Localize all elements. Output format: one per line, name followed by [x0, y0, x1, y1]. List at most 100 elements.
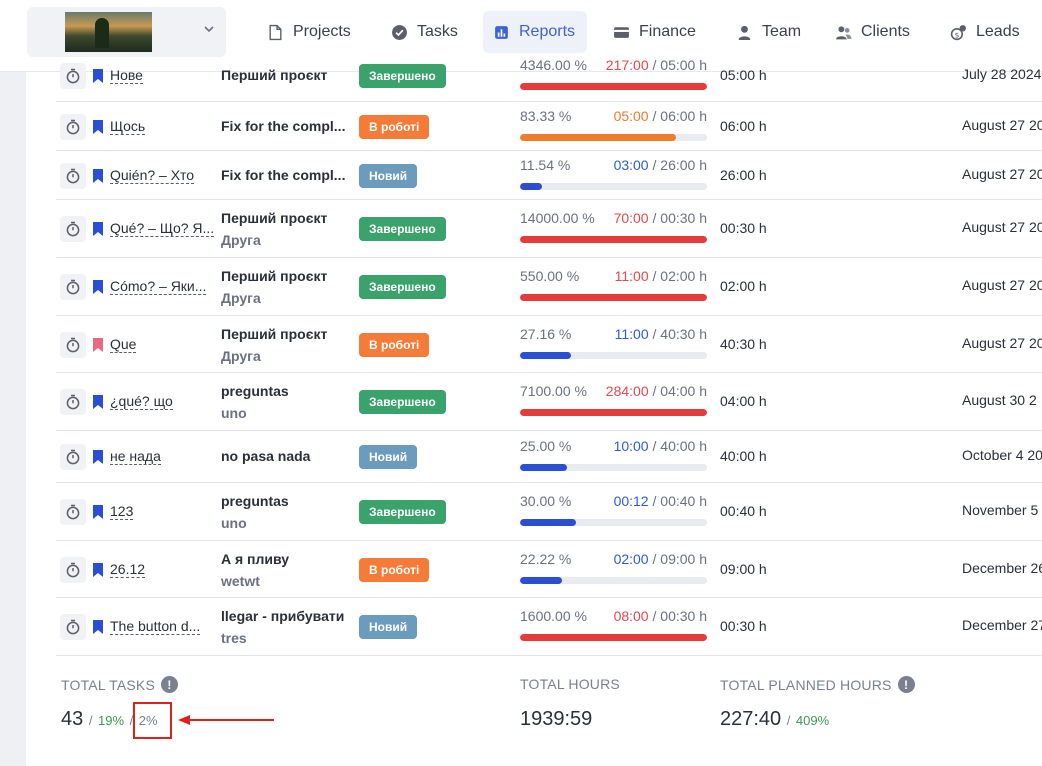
time-spent: 10:00 / 40:00 h: [586, 438, 707, 454]
project-name[interactable]: Fix for the compl...: [221, 118, 345, 134]
planned-hours: 02:00 h: [720, 278, 767, 294]
timer-button[interactable]: [60, 556, 86, 583]
stopwatch-icon: [66, 337, 80, 352]
bookmark-icon[interactable]: [92, 68, 104, 83]
planned-hours: 40:00 h: [720, 448, 767, 464]
bookmark-icon[interactable]: [92, 119, 104, 134]
progress-percent: 1600.00 %: [520, 608, 587, 624]
status-badge: Новий: [359, 163, 418, 188]
client-name[interactable]: tres: [221, 630, 247, 646]
bookmark-icon[interactable]: [92, 562, 104, 577]
timer-button[interactable]: [60, 62, 86, 89]
progress-bar: [520, 464, 707, 471]
task-date: August 27 20: [962, 334, 1042, 351]
task-name-link[interactable]: Нове: [110, 67, 143, 84]
time-planned-value: / 00:30 h: [652, 210, 708, 226]
nav-projects[interactable]: Projects: [257, 11, 361, 53]
timer-button[interactable]: [60, 162, 86, 189]
client-name[interactable]: uno: [221, 405, 247, 421]
client-name[interactable]: wetwt: [221, 573, 260, 589]
timer-button[interactable]: [60, 216, 86, 242]
progress-percent: 4346.00 %: [520, 56, 587, 73]
project-name[interactable]: Перший проєкт: [221, 268, 327, 284]
bookmark-icon[interactable]: [92, 222, 104, 236]
project-name[interactable]: preguntas: [221, 383, 289, 399]
planned-hours: 40:30 h: [720, 335, 767, 352]
project-name[interactable]: Перший проєкт: [221, 326, 327, 342]
client-name[interactable]: Друга: [221, 348, 261, 364]
project-name[interactable]: Перший проєкт: [221, 210, 327, 226]
time-planned-value: / 40:30 h: [652, 325, 708, 342]
project-name[interactable]: Перший проєкт: [221, 67, 327, 83]
task-name-link[interactable]: ¿qué? що: [110, 393, 173, 410]
total-hours-label: TOTAL HOURS: [520, 676, 620, 692]
total-hours-label-text: TOTAL HOURS: [520, 676, 620, 692]
time-spent: 03:00 / 26:00 h: [586, 157, 707, 173]
status-badge: В роботі: [359, 557, 430, 582]
task-name-link[interactable]: The button d...: [110, 618, 201, 635]
nav-reports[interactable]: Reports: [483, 11, 587, 53]
info-icon[interactable]: !: [161, 676, 179, 693]
task-name-link[interactable]: Que: [110, 336, 137, 353]
task-name-link[interactable]: Cómo? – Яки...: [110, 278, 207, 295]
nav-team[interactable]: Team: [726, 11, 811, 53]
stopwatch-icon: [66, 168, 80, 183]
time-planned-value: / 05:00 h: [652, 56, 708, 73]
timer-button[interactable]: [60, 389, 86, 415]
total-planned-hours-percent: 409%: [795, 713, 830, 728]
status-badge: Новий: [359, 615, 418, 639]
time-planned-value: / 02:00 h: [652, 268, 708, 284]
client-name[interactable]: Друга: [221, 232, 261, 248]
progress-bar-fill: [520, 133, 676, 141]
client-name[interactable]: uno: [221, 515, 247, 531]
timer-button[interactable]: [60, 331, 86, 358]
stopwatch-icon: [66, 619, 80, 635]
nav-leads[interactable]: $ Leads: [940, 11, 1030, 53]
timer-button[interactable]: [60, 614, 86, 640]
project-name[interactable]: А я пливу: [221, 551, 289, 567]
bookmark-icon[interactable]: [92, 450, 104, 464]
bookmark-icon[interactable]: [92, 280, 104, 294]
progress-bar: [520, 236, 707, 243]
progress-bar: [520, 182, 707, 190]
progress-bar: [520, 133, 707, 141]
timer-button[interactable]: [60, 274, 86, 300]
bookmark-icon[interactable]: [92, 505, 104, 519]
stopwatch-icon: [66, 221, 80, 237]
timer-button[interactable]: [60, 499, 86, 525]
bookmark-icon[interactable]: [92, 168, 104, 183]
stopwatch-icon: [66, 119, 80, 134]
client-name[interactable]: Друга: [221, 290, 261, 306]
timer-button[interactable]: [60, 444, 86, 470]
progress-bar: [520, 634, 707, 641]
time-planned-value: / 04:00 h: [652, 383, 708, 399]
nav-clients[interactable]: Clients: [825, 11, 920, 53]
project-name[interactable]: llegar - прибувати: [221, 608, 344, 624]
info-icon[interactable]: !: [897, 676, 915, 693]
progress-percent: 11.54 %: [520, 156, 571, 173]
project-name[interactable]: no pasa nada: [221, 448, 310, 464]
bookmark-icon[interactable]: [92, 337, 104, 352]
time-spent-value: 70:00: [613, 210, 649, 226]
progress-percent: 83.33 %: [520, 107, 572, 124]
time-spent-value: 02:00: [613, 550, 649, 567]
bookmark-icon[interactable]: [92, 395, 104, 409]
nav-reports-label: Reports: [519, 23, 576, 40]
task-name-link[interactable]: не нада: [110, 448, 161, 465]
project-name[interactable]: Fix for the compl...: [221, 167, 345, 183]
progress-percent: 25.00 %: [520, 438, 572, 454]
task-name-link[interactable]: Qué? – Що? Я...: [110, 220, 215, 237]
bookmark-icon[interactable]: [92, 620, 104, 634]
task-name-link[interactable]: 123: [110, 503, 134, 520]
nav-finance[interactable]: Finance: [603, 11, 706, 53]
stopwatch-icon: [66, 68, 80, 83]
task-name-link[interactable]: Quién? – Хто: [110, 167, 195, 184]
project-name[interactable]: preguntas: [221, 493, 289, 509]
task-name-link[interactable]: Щось: [110, 118, 146, 135]
nav-tasks[interactable]: Tasks: [381, 11, 468, 53]
table-row: ¿qué? що preguntas uno Завершено 7100.00 % 28…: [56, 373, 1042, 431]
stopwatch-icon: [66, 504, 80, 520]
sidebar-strip: [0, 72, 26, 766]
task-name-link[interactable]: 26.12: [110, 561, 146, 578]
timer-button[interactable]: [60, 113, 86, 140]
